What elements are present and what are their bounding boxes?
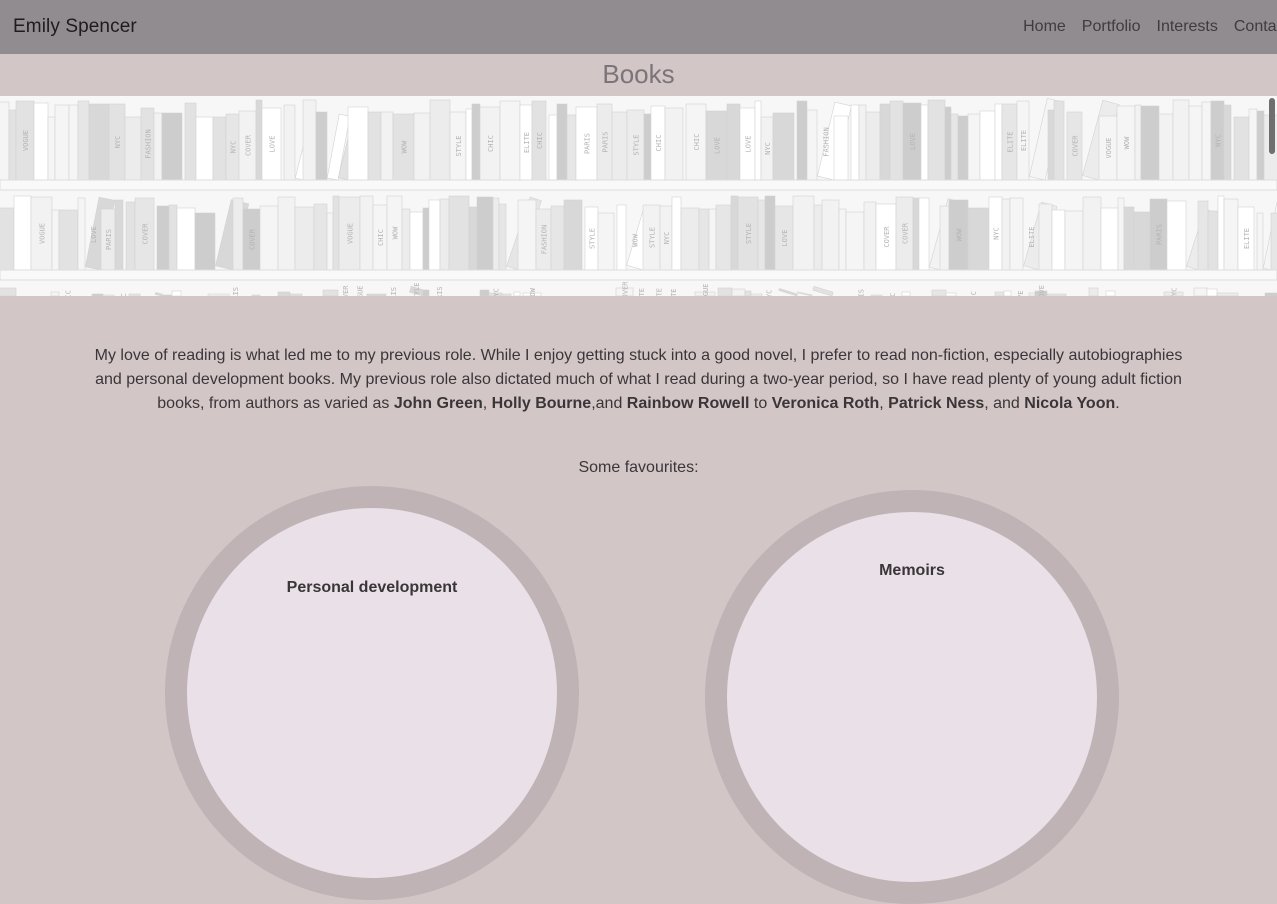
- nav-link-home[interactable]: Home: [1023, 18, 1066, 36]
- intro-separator: to: [749, 395, 772, 412]
- author-john-green: John Green: [393, 395, 483, 412]
- nav-links: Home Portfolio Interests Contact: [1007, 0, 1277, 54]
- brand-link[interactable]: Emily Spencer: [13, 16, 137, 38]
- nav-link-contact[interactable]: Contact: [1234, 18, 1277, 36]
- category-circle-memoirs[interactable]: Memoirs: [705, 490, 1119, 904]
- intro-separator: , and: [984, 395, 1025, 412]
- bookshelf-image: VOGUE NYC FASHION NYC COVER LOVE WOW STYLE CHIC E…: [0, 96, 1277, 296]
- intro-paragraph: My love of reading is what led me to my …: [86, 344, 1191, 416]
- section-title: Books: [602, 59, 675, 89]
- favourites-label: Some favourites:: [578, 459, 699, 476]
- category-circle-personal-development[interactable]: Personal development: [165, 486, 579, 900]
- nav-link-portfolio[interactable]: Portfolio: [1082, 18, 1141, 36]
- nav-link-interests[interactable]: Interests: [1157, 18, 1218, 36]
- author-holly-bourne: Holly Bourne: [491, 395, 592, 412]
- intro-end: .: [1115, 395, 1120, 412]
- banner-wash: [0, 96, 1277, 296]
- category-title: Personal development: [286, 579, 458, 596]
- bookshelf-banner[interactable]: VOGUE NYC FASHION NYC COVER LOVE WOW STYLE CHIC E…: [0, 96, 1277, 296]
- author-veronica-roth: Veronica Roth: [771, 395, 880, 412]
- navbar: Emily Spencer Home Portfolio Interests C…: [0, 0, 1277, 54]
- intro-separator: ,and: [591, 395, 627, 412]
- category-title: Memoirs: [879, 562, 945, 579]
- author-patrick-ness: Patrick Ness: [888, 395, 985, 412]
- author-rainbow-rowell: Rainbow Rowell: [626, 395, 750, 412]
- intro-separator: ,: [482, 395, 492, 412]
- author-nicola-yoon: Nicola Yoon: [1024, 395, 1116, 412]
- intro-separator: ,: [879, 395, 889, 412]
- banner-scrollbar-thumb[interactable]: [1269, 98, 1275, 154]
